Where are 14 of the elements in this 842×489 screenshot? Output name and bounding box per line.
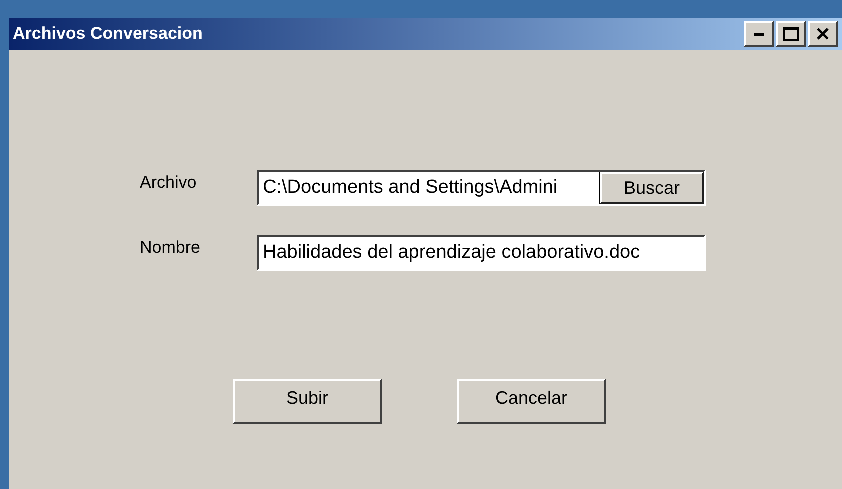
window-title: Archivos Conversacion <box>13 23 203 46</box>
maximize-icon <box>783 27 799 41</box>
field-label: Archivo <box>140 172 198 194</box>
close-icon <box>816 27 830 41</box>
text-field[interactable]: Habilidades del aprendizaje colaborativo.doc <box>257 235 706 271</box>
dialog-button[interactable]: Cancelar <box>457 379 606 424</box>
maximize-button[interactable] <box>776 21 806 47</box>
text-field[interactable]: C:\Documents and Settings\Admini Buscar <box>257 170 706 206</box>
browse-button[interactable]: Buscar <box>600 172 704 204</box>
minimize-icon <box>754 32 764 36</box>
field-label: Nombre <box>140 237 202 260</box>
minimize-button[interactable] <box>744 21 774 47</box>
dialog-button[interactable]: Subir <box>233 379 382 424</box>
close-button[interactable] <box>808 21 838 47</box>
